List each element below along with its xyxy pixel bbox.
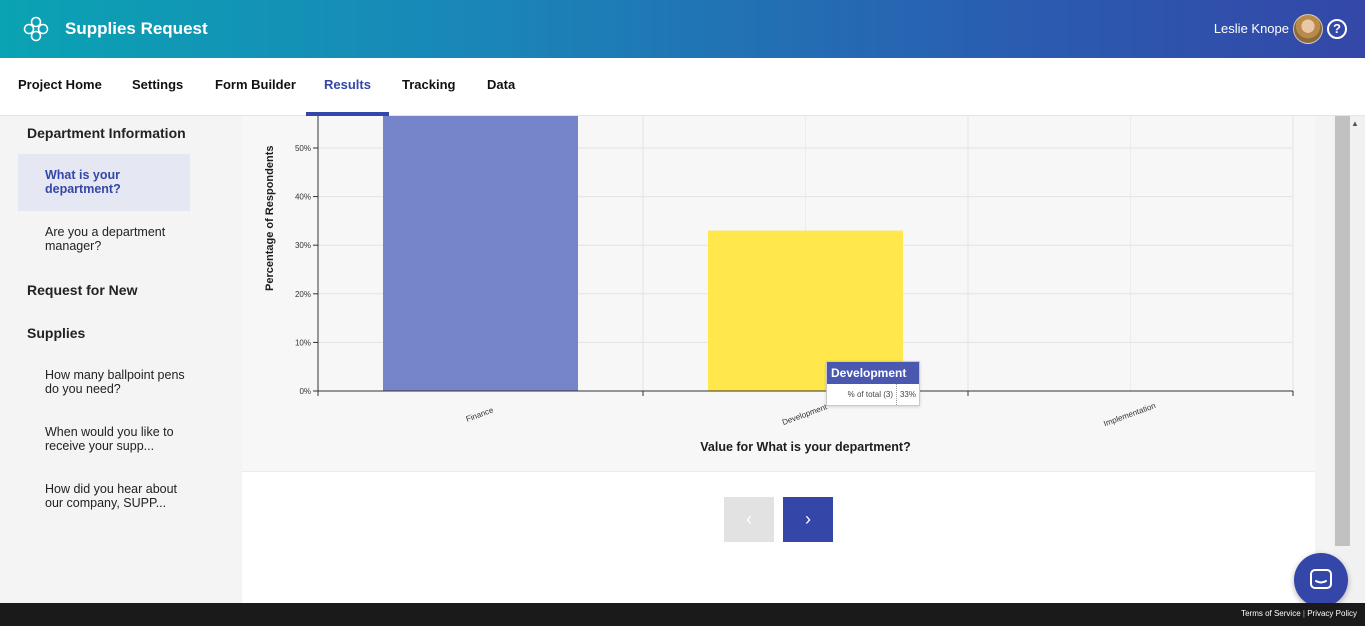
page-footer: Terms of Service | Privacy Policy (0, 603, 1365, 626)
y-tick-label: 10% (295, 338, 311, 347)
chart-tooltip: Development % of total (3) 33% (826, 361, 920, 406)
results-panel: 0% 10% 20% 30% 40% 50% Finance Development Imple… (242, 116, 1315, 603)
y-tick-label: 40% (295, 193, 311, 202)
tooltip-title: Development (827, 362, 919, 384)
sidebar-item-receive-supplies[interactable]: When would you like to receive your supp… (18, 425, 190, 453)
flower-logo-icon[interactable] (22, 15, 50, 43)
question-sidebar: Department Information What is your depa… (0, 116, 208, 603)
sidebar-item-department-manager[interactable]: Are you a department manager? (18, 225, 190, 253)
sidebar-item-what-is-your-department[interactable]: What is your department? (18, 154, 190, 211)
privacy-policy-link[interactable]: Privacy Policy (1307, 609, 1357, 618)
y-tick-label: 30% (295, 241, 311, 250)
section-title-request[interactable]: Request for New (27, 282, 137, 298)
x-tick-label: Development (781, 402, 829, 427)
terms-of-service-link[interactable]: Terms of Service (1241, 609, 1301, 618)
app-title: Supplies Request (65, 19, 208, 38)
chat-bubble-icon (1310, 569, 1332, 589)
tab-form-builder[interactable]: Form Builder (197, 58, 314, 116)
main-nav: Project Home Settings Form Builder Resul… (0, 58, 1365, 116)
footer-separator: | (1302, 609, 1305, 618)
previous-question-button[interactable]: ‹ (724, 497, 774, 542)
scrollbar-thumb[interactable] (1335, 116, 1350, 546)
tooltip-row-value: 33% (899, 390, 916, 399)
scroll-up-arrow-icon[interactable]: ▲ (1351, 119, 1359, 128)
tab-data[interactable]: Data (469, 58, 533, 116)
bar-finance[interactable] (383, 116, 578, 391)
question-circle-icon[interactable]: ? (1327, 19, 1347, 39)
x-tick-label: Finance (465, 405, 495, 423)
tab-results[interactable]: Results (306, 58, 389, 116)
y-tick-label: 50% (295, 144, 311, 153)
tooltip-row: % of total (3) 33% (827, 384, 919, 405)
sidebar-item-ballpoint-pens[interactable]: How many ballpoint pens do you need? (18, 368, 190, 396)
bar-chart: 0% 10% 20% 30% 40% 50% Finance Development Imple… (295, 116, 1294, 428)
section-title-request-line2[interactable]: Supplies (27, 325, 85, 341)
user-name[interactable]: Leslie Knope (1214, 21, 1289, 36)
avatar[interactable] (1293, 14, 1323, 44)
x-tick-label: Implementation (1102, 401, 1156, 428)
chat-launcher-button[interactable] (1294, 553, 1348, 607)
next-question-button[interactable]: › (783, 497, 833, 542)
y-tick-label: 20% (295, 290, 311, 299)
tooltip-row-label: % of total (3) (827, 384, 897, 405)
tab-project-home[interactable]: Project Home (0, 58, 120, 116)
top-header: Supplies Request Leslie Knope ? (0, 0, 1365, 58)
tab-tracking[interactable]: Tracking (384, 58, 473, 116)
sidebar-item-hear-about[interactable]: How did you hear about our company, SUPP… (18, 482, 190, 510)
section-title-department[interactable]: Department Information (27, 125, 186, 141)
y-tick-label: 0% (299, 387, 311, 396)
tab-settings[interactable]: Settings (114, 58, 201, 116)
y-axis-label: Percentage of Respondents (264, 145, 276, 291)
chevron-right-icon: › (805, 509, 811, 529)
chart-area: 0% 10% 20% 30% 40% 50% Finance Development Imple… (242, 116, 1315, 472)
x-axis-label: Value for What is your department? (700, 440, 911, 454)
chevron-left-icon: ‹ (746, 509, 752, 529)
